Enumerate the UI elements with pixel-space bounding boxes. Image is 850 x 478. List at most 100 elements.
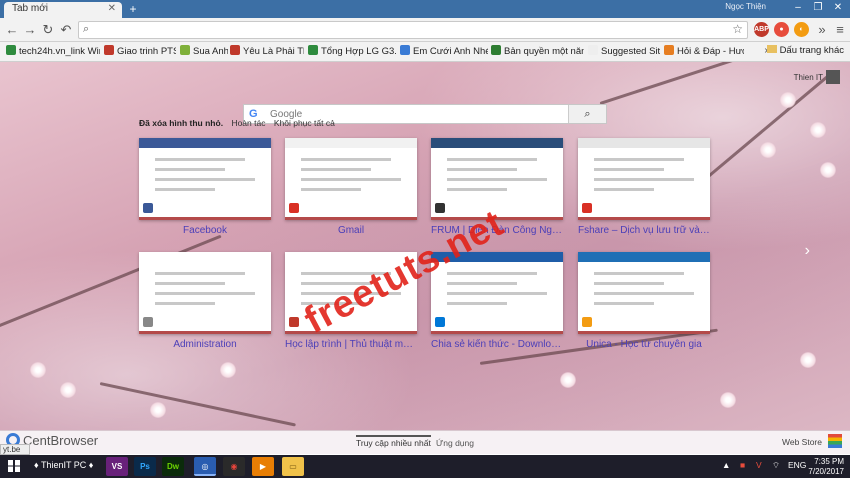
thumbnail-preview-header <box>578 252 710 262</box>
new-tab-page: Thien IT G Google ⌕ Đã xóa hình thu nhỏ.… <box>0 62 850 430</box>
tab-apps[interactable]: Ứng dụng <box>436 438 474 448</box>
bookmark-label: Suggested Sites <box>601 46 660 57</box>
address-bar[interactable]: ⌕ ☆ <box>78 21 748 39</box>
bookmark-item[interactable]: Yêu Là Phải Thương ( <box>230 45 304 59</box>
extension-icon[interactable]: ◐ <box>794 22 809 37</box>
avatar <box>826 70 840 84</box>
bookmark-item[interactable]: Suggested Sites <box>588 45 660 59</box>
close-window-icon[interactable]: ✕ <box>830 1 846 14</box>
most-visited-thumbnail[interactable] <box>139 252 271 334</box>
address-input[interactable] <box>97 23 717 37</box>
bookmark-item[interactable]: tech24h.vn_link Windo <box>6 45 100 59</box>
undo-close-icon[interactable]: ↶ <box>58 22 74 38</box>
bookmark-star-icon[interactable]: ☆ <box>732 22 743 36</box>
taskbar: ♦ ThienIT PC ♦ VS Ps Dw ◎ ◉ ▶ ▭ ▲ ■ V ⌔ ENG 7:… <box>0 455 850 478</box>
blossom <box>560 372 576 388</box>
blossom <box>150 402 166 418</box>
language-indicator[interactable]: ENG <box>788 460 806 470</box>
adblock-icon[interactable]: ABP <box>754 22 769 37</box>
most-visited-thumbnail[interactable] <box>139 138 271 220</box>
thumbnail-preview-line <box>447 272 537 275</box>
minimize-icon[interactable]: – <box>790 1 806 14</box>
thumbnail-title[interactable]: Học lập trình | Thủ thuật máy tín <box>285 339 417 350</box>
bookmark-favicon-icon <box>308 45 318 55</box>
tab-most-visited[interactable]: Truy cập nhiều nhất <box>356 435 431 448</box>
thumbnail-preview-line <box>447 188 507 191</box>
bookmark-item[interactable]: Sua Anh <box>180 45 228 59</box>
site-favicon-icon <box>289 203 299 213</box>
bookmark-label: Sua Anh <box>193 46 228 57</box>
extension-icon[interactable]: ● <box>774 22 789 37</box>
bookmark-item[interactable]: Bản quyền một năm g <box>491 45 584 59</box>
blossom <box>60 382 76 398</box>
thumbnail-preview-line <box>594 188 654 191</box>
menu-icon[interactable]: ≡ <box>832 22 848 38</box>
thumbnail-preview-line <box>594 282 664 285</box>
site-favicon-icon <box>582 317 592 327</box>
taskbar-app-icon[interactable]: Ps <box>134 457 156 476</box>
thumbnail-title[interactable]: Chia sẻ kiến thức - Download ph <box>431 339 563 350</box>
thumbnail-preview-line <box>447 178 547 181</box>
taskbar-app-icon[interactable]: ▶ <box>252 457 274 476</box>
thumbnail-title[interactable]: Gmail <box>285 225 417 236</box>
restore-icon[interactable]: ❐ <box>810 1 826 14</box>
tray-vietkey-icon[interactable]: V <box>756 460 762 470</box>
most-visited-thumbnail[interactable] <box>431 138 563 220</box>
web-store-icon[interactable] <box>828 434 842 448</box>
thumbnail-preview-line <box>155 168 225 171</box>
taskbar-app-icon[interactable]: ◎ <box>194 457 216 476</box>
bookmark-item[interactable]: Giao trinh PTS <box>104 45 176 59</box>
network-icon[interactable]: ⌔ <box>772 460 780 471</box>
undo-link[interactable]: Hoàn tác <box>231 118 265 128</box>
tab-close-icon[interactable]: ✕ <box>108 3 116 14</box>
site-favicon-icon <box>582 203 592 213</box>
taskbar-app-icon[interactable]: ◉ <box>223 457 245 476</box>
back-icon[interactable]: ← <box>4 22 20 38</box>
thumbnail-preview-line <box>155 272 245 275</box>
other-bookmarks-folder[interactable]: Dấu trang khác <box>766 45 844 56</box>
thumbnail-title[interactable]: Administration <box>139 339 271 350</box>
tab-new-tab[interactable]: Tab mới ✕ <box>4 2 122 18</box>
site-favicon-icon <box>143 203 153 213</box>
bookmark-item[interactable]: Hỏi & Đáp - Hướng c <box>664 45 744 59</box>
most-visited-thumbnail[interactable] <box>578 252 710 334</box>
profile-button[interactable]: Thien IT <box>794 70 840 84</box>
most-visited-thumbnail[interactable] <box>578 138 710 220</box>
clock[interactable]: 7:35 PM 7/20/2017 <box>808 457 844 477</box>
forward-icon[interactable]: → <box>22 22 38 38</box>
bookmark-favicon-icon <box>491 45 501 55</box>
tab-title: Tab mới <box>12 3 49 14</box>
thumbnail-title[interactable]: Unica - Học từ chuyên gia <box>578 339 710 350</box>
thumbnail-title[interactable]: Facebook <box>139 225 271 236</box>
bookmarks-bar: » Dấu trang khác tech24h.vn_link WindoGi… <box>0 42 850 62</box>
most-visited-thumbnail[interactable] <box>285 138 417 220</box>
extensions-menu-icon[interactable]: » <box>814 22 830 38</box>
bookmark-label: Tổng Hợp LG G3.xlsx <box>321 46 396 57</box>
web-store-link[interactable]: Web Store <box>782 437 822 447</box>
tray-icon[interactable]: ■ <box>740 460 745 470</box>
reload-icon[interactable]: ↻ <box>40 22 56 38</box>
restore-all-link[interactable]: Khôi phục tất cả <box>274 118 335 128</box>
blossom <box>810 122 826 138</box>
thumbnail-removed-notice: Đã xóa hình thu nhỏ. Hoàn tác Khôi phục … <box>139 118 335 128</box>
taskbar-app-icon[interactable]: ▭ <box>282 457 304 476</box>
bookmark-favicon-icon <box>104 45 114 55</box>
bookmark-item[interactable]: Em Cưới Anh Nhé Vũ <box>400 45 488 59</box>
windows-start-icon[interactable] <box>8 460 20 472</box>
tray-icon[interactable]: ▲ <box>722 460 730 470</box>
search-button[interactable]: ⌕ <box>568 105 606 123</box>
thumbnail-preview-header <box>285 138 417 148</box>
bookmark-label: Em Cưới Anh Nhé Vũ <box>413 46 488 57</box>
bookmark-favicon-icon <box>400 45 410 55</box>
taskbar-pc-label[interactable]: ♦ ThienIT PC ♦ <box>34 460 93 470</box>
taskbar-app-icon[interactable]: VS <box>106 457 128 476</box>
thumbnail-preview-line <box>301 178 401 181</box>
taskbar-app-icon[interactable]: Dw <box>162 457 184 476</box>
bookmark-item[interactable]: Tổng Hợp LG G3.xlsx <box>308 45 396 59</box>
profile-name-label[interactable]: Ngọc Thiện <box>725 2 766 11</box>
next-page-icon[interactable]: › <box>805 242 810 260</box>
thumbnail-title[interactable]: Fshare – Dịch vụ lưu trữ và chia <box>578 225 710 236</box>
thumbnail-preview-line <box>594 178 694 181</box>
new-tab-button[interactable]: + <box>126 3 140 16</box>
thumbnail-preview-header <box>431 138 563 148</box>
